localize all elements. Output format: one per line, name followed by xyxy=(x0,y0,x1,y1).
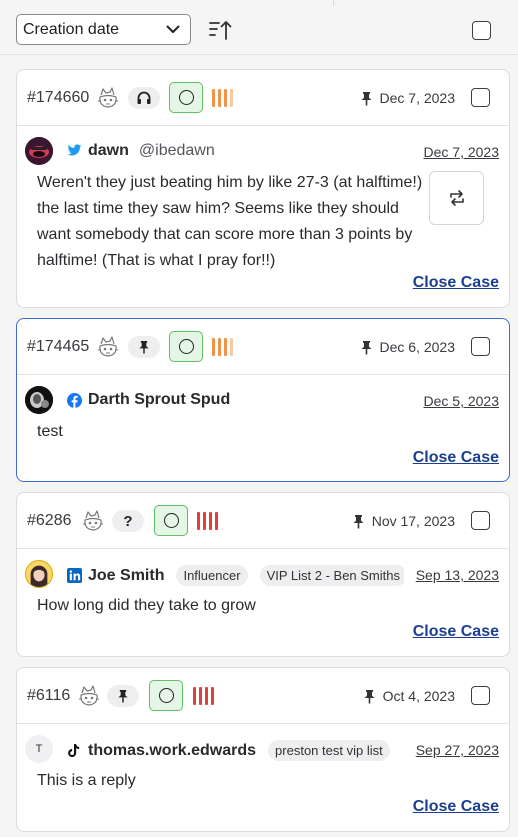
priority-indicator[interactable] xyxy=(193,687,214,705)
message-date-link[interactable]: Dec 7, 2023 xyxy=(411,144,499,160)
case-checkbox[interactable] xyxy=(471,88,490,107)
twitter-icon xyxy=(67,143,82,159)
status-circle-icon xyxy=(178,90,194,105)
message-text: Weren't they just beating him by like 27… xyxy=(37,174,423,269)
author-tag: VIP List 2 - Ben Smiths xyxy=(259,565,407,586)
case-id[interactable]: #174660 xyxy=(27,89,89,107)
author-tag: preston test vip list xyxy=(268,740,390,761)
author: thomas.work.edwards preston test vip lis… xyxy=(67,740,390,761)
status-open-button[interactable] xyxy=(169,331,203,362)
case-header: #174465 Dec 6, 2023 xyxy=(17,319,509,375)
case-checkbox[interactable] xyxy=(471,337,490,356)
select-all-checkbox[interactable] xyxy=(472,21,491,40)
author-name[interactable]: Joe Smith xyxy=(88,567,164,585)
pinned-date: Nov 17, 2023 xyxy=(352,513,455,529)
sort-select-value: Creation date xyxy=(23,20,120,38)
pinned-date: Dec 7, 2023 xyxy=(360,90,456,106)
author-name[interactable]: dawn xyxy=(88,142,129,160)
author: dawn @ibedawn xyxy=(67,142,215,160)
avatar[interactable]: T xyxy=(25,735,53,763)
sort-ascending-icon[interactable] xyxy=(208,19,232,41)
case-id[interactable]: #174465 xyxy=(27,338,89,356)
priority-indicator[interactable] xyxy=(212,338,233,356)
case-checkbox[interactable] xyxy=(471,686,490,705)
sort-select[interactable]: Creation date xyxy=(16,14,191,45)
case-card[interactable]: #6116 Oct 4, 2023 T thomas.work.edwards … xyxy=(16,667,510,832)
message-text: How long did they take to grow xyxy=(37,597,256,614)
pin-icon[interactable] xyxy=(107,685,139,707)
case-card[interactable]: #6286 ? Nov 17, 2023 Joe Smith Influence… xyxy=(16,492,510,657)
bot-icon xyxy=(78,684,100,708)
case-id[interactable]: #6286 xyxy=(27,512,72,530)
pin-icon xyxy=(353,514,364,528)
case-id[interactable]: #6116 xyxy=(27,687,70,705)
pinned-date: Oct 4, 2023 xyxy=(363,688,455,704)
retweet-icon xyxy=(449,190,464,206)
pinned-date-text: Dec 6, 2023 xyxy=(379,339,456,355)
case-header: #6286 ? Nov 17, 2023 xyxy=(17,493,509,549)
author-name[interactable]: thomas.work.edwards xyxy=(88,742,256,760)
message-date-link[interactable]: Dec 5, 2023 xyxy=(411,393,499,409)
case-header: #174660 Dec 7, 2023 xyxy=(17,70,509,126)
bot-icon xyxy=(97,86,119,110)
pin-icon xyxy=(364,689,375,703)
message-date-link[interactable]: Sep 13, 2023 xyxy=(403,567,499,583)
status-circle-icon xyxy=(163,513,179,528)
case-header: #6116 Oct 4, 2023 xyxy=(17,668,509,724)
pinned-date-text: Dec 7, 2023 xyxy=(379,90,456,106)
pinned-date-text: Nov 17, 2023 xyxy=(371,513,455,529)
avatar[interactable] xyxy=(25,137,53,165)
close-case-link[interactable]: Close Case xyxy=(413,274,499,292)
pin-icon[interactable] xyxy=(128,336,160,358)
headset-icon[interactable] xyxy=(128,87,160,109)
message-text: test xyxy=(37,423,63,440)
tiktok-icon xyxy=(67,743,82,758)
case-checkbox[interactable] xyxy=(471,511,490,530)
pinned-date: Dec 6, 2023 xyxy=(360,339,456,355)
retweet-button[interactable] xyxy=(429,171,484,225)
author: Joe Smith Influencer VIP List 2 - Ben Sm… xyxy=(67,565,407,586)
close-case-link[interactable]: Close Case xyxy=(413,798,499,816)
close-case-link[interactable]: Close Case xyxy=(413,449,499,467)
bot-icon xyxy=(82,509,104,533)
avatar[interactable] xyxy=(25,560,53,588)
bot-icon xyxy=(97,335,119,359)
case-card[interactable]: #174465 Dec 6, 2023 Darth Sprout Spud De… xyxy=(16,318,510,482)
avatar[interactable] xyxy=(25,386,53,414)
author-handle[interactable]: @ibedawn xyxy=(139,142,215,160)
pinned-date-text: Oct 4, 2023 xyxy=(382,688,455,704)
close-case-link[interactable]: Close Case xyxy=(413,623,499,641)
unassigned-button[interactable]: ? xyxy=(112,510,144,532)
linkedin-icon xyxy=(67,568,82,583)
author-tag: Influencer xyxy=(176,565,248,586)
status-circle-icon xyxy=(158,688,174,703)
pin-icon xyxy=(361,340,371,354)
message-date-link[interactable]: Sep 27, 2023 xyxy=(403,742,499,758)
author: Darth Sprout Spud xyxy=(67,391,230,409)
chevron-down-icon xyxy=(166,23,180,37)
message-text: This is a reply xyxy=(37,772,136,789)
status-open-button[interactable] xyxy=(154,505,188,536)
status-open-button[interactable] xyxy=(149,680,183,711)
pin-icon xyxy=(361,91,371,105)
priority-indicator[interactable] xyxy=(212,89,233,107)
case-card[interactable]: #174660 Dec 7, 2023 dawn @ibedawn Dec 7,… xyxy=(16,69,510,308)
priority-indicator[interactable] xyxy=(197,512,218,530)
divider xyxy=(333,0,334,6)
status-circle-icon xyxy=(178,339,194,354)
author-name[interactable]: Darth Sprout Spud xyxy=(88,391,230,409)
toolbar: Creation date xyxy=(0,0,518,55)
status-open-button[interactable] xyxy=(169,82,203,113)
facebook-icon xyxy=(67,392,82,408)
